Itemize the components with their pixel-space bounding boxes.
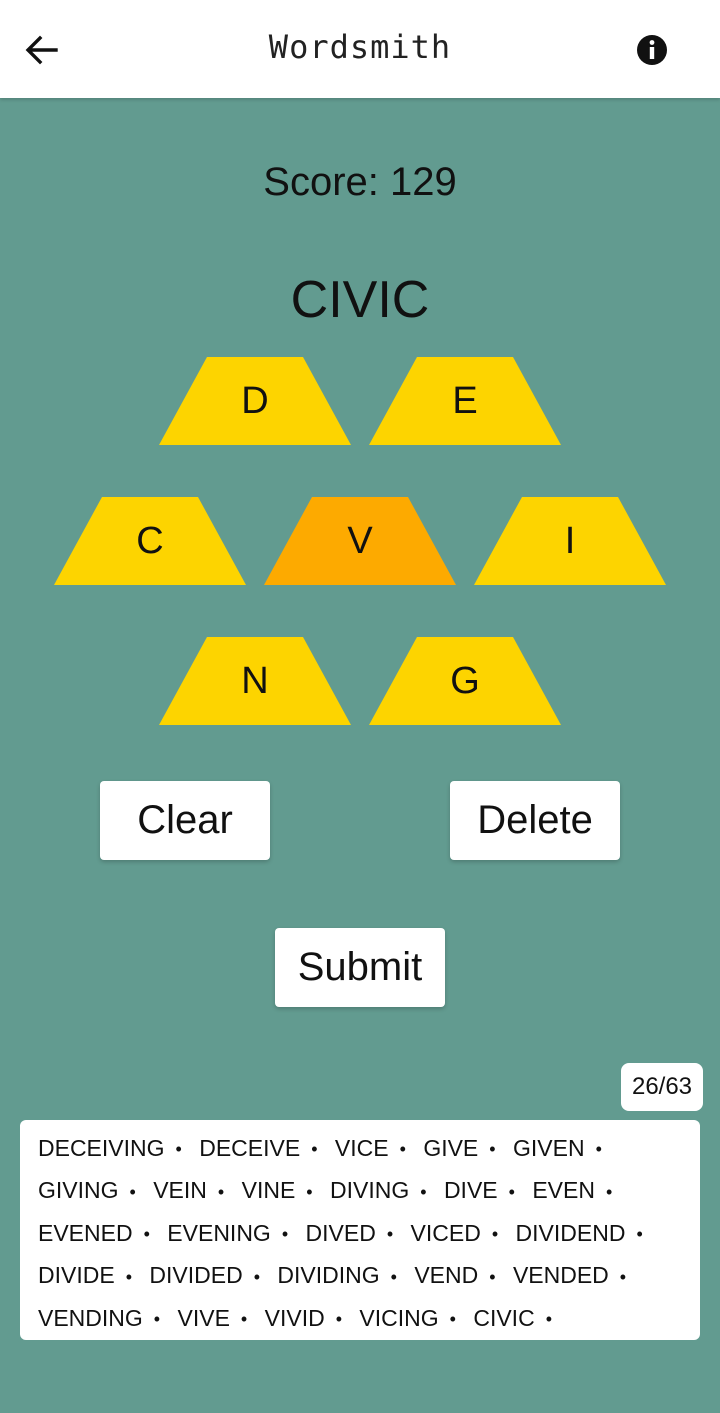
letter-tile[interactable]: E xyxy=(369,357,561,445)
found-word: CIVIC xyxy=(473,1304,535,1331)
found-word: DECEIVE xyxy=(199,1135,301,1161)
word-separator: • xyxy=(449,1309,456,1330)
word-separator: • xyxy=(636,1224,643,1245)
found-word: GIVE xyxy=(423,1135,479,1161)
app-bar: Wordsmith xyxy=(0,0,720,98)
letter-tile[interactable]: G xyxy=(369,637,561,725)
found-word: GIVEN xyxy=(512,1135,585,1161)
word-separator: • xyxy=(420,1181,427,1202)
letter-tile[interactable]: N xyxy=(159,637,351,725)
info-circle-icon xyxy=(637,35,667,65)
current-word: CIVIC xyxy=(290,271,430,329)
found-word: VICED xyxy=(410,1219,481,1246)
word-separator: • xyxy=(595,1139,602,1160)
found-word: VIVID xyxy=(264,1304,325,1331)
word-separator: • xyxy=(491,1224,499,1245)
word-separator: • xyxy=(508,1181,515,1202)
found-word: DIVE xyxy=(443,1177,498,1204)
clear-button[interactable]: Clear xyxy=(100,781,270,860)
word-separator: • xyxy=(306,1181,313,1202)
delete-button[interactable]: Delete xyxy=(450,781,620,860)
word-separator: • xyxy=(253,1266,260,1287)
found-words-list: DECEIVING • DECEIVE • VICE • GIVE • GIVEN • G… xyxy=(20,1120,700,1340)
word-separator: • xyxy=(489,1266,496,1287)
found-word: VINE xyxy=(241,1177,296,1204)
word-separator: • xyxy=(217,1181,225,1202)
word-separator: • xyxy=(311,1139,318,1160)
word-separator: • xyxy=(489,1139,496,1160)
word-separator: • xyxy=(390,1266,397,1287)
found-word: DIVIDING xyxy=(277,1262,380,1289)
score-display: Score: 129 xyxy=(263,160,457,204)
found-word: DIVIDEND xyxy=(515,1219,626,1246)
found-word: VICING xyxy=(359,1304,439,1331)
found-word: VICE xyxy=(334,1135,389,1161)
word-separator: • xyxy=(125,1266,132,1287)
letter-tile[interactable]: D xyxy=(159,357,351,445)
word-separator: • xyxy=(335,1309,343,1330)
letter-tile[interactable]: I xyxy=(474,497,666,585)
app-title: Wordsmith xyxy=(268,28,452,66)
word-separator: • xyxy=(129,1181,136,1202)
found-word: EVEN xyxy=(532,1177,595,1204)
found-word: VEND xyxy=(414,1262,479,1289)
found-word: DIVING xyxy=(330,1177,410,1204)
found-word: VIVE xyxy=(177,1304,230,1331)
word-separator: • xyxy=(153,1309,161,1330)
word-separator: • xyxy=(545,1309,552,1330)
found-word: DECEIVING xyxy=(38,1135,165,1161)
found-word: DIVED xyxy=(305,1219,376,1246)
word-separator: • xyxy=(240,1309,248,1330)
found-word: GIVING xyxy=(38,1177,119,1204)
word-separator: • xyxy=(619,1266,627,1287)
word-separator: • xyxy=(281,1224,289,1245)
letter-tile[interactable]: C xyxy=(54,497,246,585)
word-separator: • xyxy=(143,1224,150,1245)
found-word: DIVIDE xyxy=(38,1262,115,1289)
word-separator: • xyxy=(399,1139,406,1160)
found-word: DIVIDED xyxy=(149,1262,243,1289)
found-word: EVENED xyxy=(38,1219,133,1246)
found-words-panel: DECEIVING • DECEIVE • VICE • GIVE • GIVEN • G… xyxy=(20,1120,700,1340)
center-letter-tile[interactable]: V xyxy=(264,497,456,585)
found-words-counter: 26/63 xyxy=(621,1063,703,1111)
submit-button[interactable]: Submit xyxy=(275,928,445,1007)
info-button[interactable] xyxy=(632,30,672,70)
word-separator: • xyxy=(605,1181,613,1202)
found-word: VENDED xyxy=(512,1262,609,1289)
found-word: EVENING xyxy=(167,1219,271,1246)
word-separator: • xyxy=(175,1139,182,1160)
found-word: VEIN xyxy=(153,1177,207,1204)
word-separator: • xyxy=(386,1224,394,1245)
found-word: VENDING xyxy=(38,1304,143,1331)
